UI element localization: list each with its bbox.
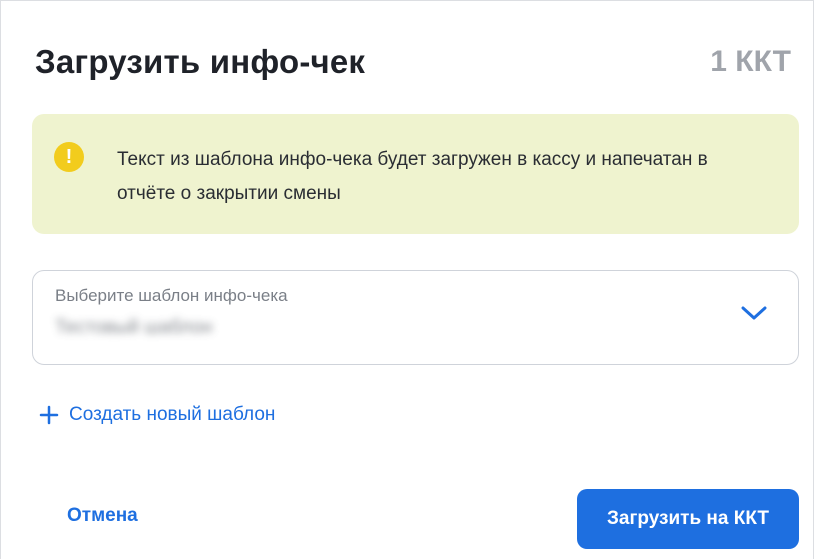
create-template-label: Создать новый шаблон [69,404,276,425]
cancel-button[interactable]: Отмена [67,505,138,527]
template-select-value: Тестовый шаблон [55,317,213,338]
template-select-label: Выберите шаблон инфо-чека [55,286,288,305]
chevron-down-icon[interactable] [740,304,768,322]
create-template-link[interactable]: Создать новый шаблон [39,401,275,429]
plus-icon [39,405,59,425]
upload-to-kkt-button[interactable]: Загрузить на ККТ [577,489,799,549]
kkt-count-badge: 1 ККТ [710,45,791,78]
notice-text: Текст из шаблона инфо-чека будет загруже… [117,149,708,204]
template-select[interactable]: Выберите шаблон инфо-чека Тестовый шабло… [32,270,799,365]
exclamation-icon: ! [54,142,84,172]
info-notice: ! Текст из шаблона инфо-чека будет загру… [32,114,799,234]
upload-info-check-dialog: Загрузить инфо-чек 1 ККТ ! Текст из шабл… [0,0,814,559]
dialog-title: Загрузить инфо-чек [35,43,366,80]
